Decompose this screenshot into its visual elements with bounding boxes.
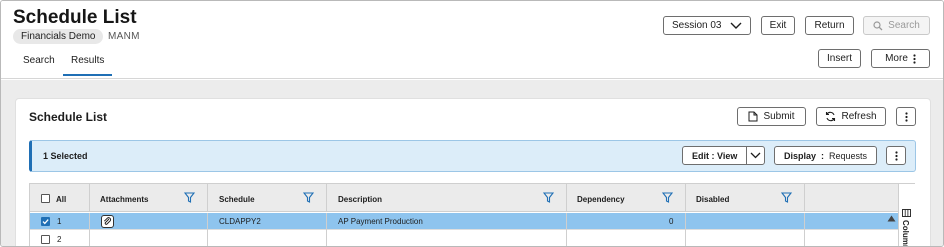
search-icon: [873, 20, 883, 30]
schedule-grid: All Attachments Schedule Description Dep…: [29, 183, 899, 246]
edit-view-dropdown[interactable]: Edit : View: [682, 146, 765, 165]
document-icon: [748, 111, 758, 122]
filter-icon[interactable]: [781, 192, 792, 203]
row-number: 2: [57, 235, 62, 244]
selection-more-button[interactable]: [886, 146, 906, 165]
cell-dependency: 0: [669, 217, 674, 226]
grid-header: All Attachments Schedule Description Dep…: [30, 183, 899, 212]
header-attachments: Attachments: [100, 195, 149, 204]
more-vertical-icon: [894, 150, 898, 161]
submit-button[interactable]: Submit: [737, 107, 806, 126]
edit-view-label: Edit : View: [692, 150, 738, 161]
company-badge: Financials Demo: [13, 29, 104, 44]
row-number: 1: [57, 217, 62, 226]
refresh-label: Refresh: [841, 111, 877, 122]
session-dropdown[interactable]: Session 03: [663, 16, 751, 35]
tab-results[interactable]: Results: [63, 55, 113, 76]
chevron-down-icon: [730, 22, 742, 29]
chevron-down-icon: [750, 152, 761, 159]
select-all-checkbox[interactable]: [41, 194, 50, 203]
refresh-icon: [826, 111, 836, 122]
header-disabled: Disabled: [696, 195, 730, 204]
edit-view-toggle[interactable]: [746, 147, 764, 164]
more-vertical-icon: [913, 53, 916, 64]
header-description: Description: [338, 195, 383, 204]
header-schedule: Schedule: [219, 195, 255, 204]
card-title: Schedule List: [29, 110, 108, 124]
display-value: Requests: [828, 150, 868, 161]
header-dependency: Dependency: [577, 195, 625, 204]
row-checkbox[interactable]: [41, 217, 50, 226]
row-checkbox[interactable]: [41, 235, 50, 244]
checkmark-icon: [42, 219, 49, 225]
header-all: All: [56, 195, 67, 204]
more-vertical-icon: [904, 111, 908, 122]
return-button[interactable]: Return: [805, 16, 854, 35]
card-more-button[interactable]: [896, 107, 916, 126]
columns-label[interactable]: Columns: [901, 220, 910, 246]
paperclip-icon[interactable]: [101, 215, 114, 228]
session-label: Session 03: [672, 20, 722, 31]
table-row[interactable]: 2: [30, 231, 899, 246]
search-button[interactable]: Search: [863, 16, 930, 35]
filter-icon[interactable]: [184, 192, 195, 203]
table-row[interactable]: 1 CLDAPPY2 AP Payment Production 0: [30, 213, 899, 230]
search-button-label: Search: [888, 20, 920, 31]
insert-button[interactable]: Insert: [818, 49, 861, 68]
tab-search[interactable]: Search: [23, 55, 55, 74]
more-button-label: More: [885, 53, 908, 64]
selected-count: 1 Selected: [43, 151, 88, 161]
exit-button[interactable]: Exit: [761, 16, 795, 35]
filter-icon[interactable]: [662, 192, 673, 203]
display-dropdown[interactable]: Display : Requests: [774, 146, 877, 165]
cell-schedule: CLDAPPY2: [219, 217, 261, 226]
more-button[interactable]: More: [871, 49, 930, 68]
page-header: [1, 1, 943, 79]
scroll-up-icon[interactable]: [887, 215, 896, 222]
app-window: Schedule List Financials Demo MANM Searc…: [0, 0, 944, 247]
cell-description: AP Payment Production: [338, 217, 423, 226]
refresh-button[interactable]: Refresh: [816, 107, 886, 126]
columns-icon: [902, 209, 911, 217]
filter-icon[interactable]: [303, 192, 314, 203]
display-label: Display: [783, 150, 816, 161]
page-subtitle: MANM: [108, 31, 140, 42]
submit-label: Submit: [763, 111, 795, 122]
page-title: Schedule List: [13, 7, 137, 28]
filter-icon[interactable]: [543, 192, 554, 203]
